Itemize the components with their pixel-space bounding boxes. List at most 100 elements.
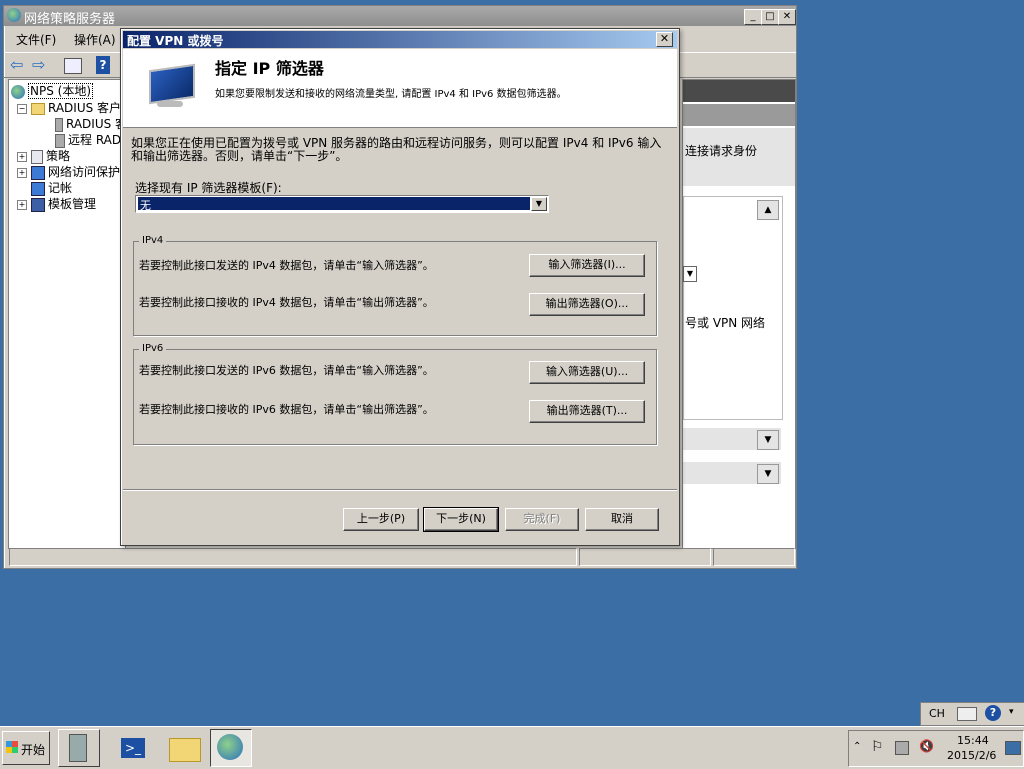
ipv6-recv-desc: 若要控制此接口接收的 IPv6 数据包，请单击“输出筛选器”。 (139, 403, 434, 416)
footer-separator (123, 489, 677, 491)
template-selected-value: 无 (137, 196, 531, 212)
tree-item-accounting[interactable]: 记帐 (31, 179, 72, 196)
tree-item-radius-client-sub[interactable]: RADIUS 客 (55, 115, 125, 132)
nps-globe-icon (217, 734, 243, 760)
details-fragment-text: 连接请求身份 (685, 144, 758, 158)
wizard-header: 指定 IP 筛选器 如果您要限制发送和接收的网络流量类型, 请配置 IPv4 和… (123, 49, 677, 128)
forward-arrow-icon[interactable]: ⇨ (32, 56, 50, 74)
finish-button[interactable]: 完成(F) (505, 508, 579, 531)
configure-vpn-dialog: 配置 VPN 或拨号 ✕ 指定 IP 筛选器 如果您要限制发送和接收的网络流量类… (120, 28, 680, 546)
powershell-icon: >_ (121, 738, 145, 758)
main-title-bar[interactable]: 网络策略服务器 _ □ ✕ (4, 6, 796, 27)
collapse-icon[interactable]: − (17, 103, 27, 114)
back-button[interactable]: 上一步(P) (343, 508, 419, 531)
taskbar-explorer[interactable] (164, 729, 206, 767)
menu-action[interactable]: 操作(A) (74, 31, 116, 48)
start-label: 开始 (21, 743, 46, 757)
expand-icon[interactable]: + (17, 199, 27, 210)
nps-app-icon (7, 8, 21, 22)
keyboard-icon[interactable] (957, 707, 977, 721)
template-label: 选择现有 IP 筛选器模板(F): (135, 181, 282, 195)
tree-item-root[interactable]: NPS (本地) (11, 82, 94, 99)
server-group-icon (55, 133, 65, 148)
status-cell-2 (579, 548, 711, 566)
close-button[interactable]: ✕ (778, 9, 796, 25)
details-pane: 连接请求身份 ▲ ▼ 号或 VPN 网络 ▼ ▼ (682, 79, 796, 549)
dialog-close-button[interactable]: ✕ (656, 32, 673, 47)
server-icon (55, 117, 63, 132)
expand-icon[interactable]: + (17, 151, 27, 162)
accounting-icon (31, 181, 45, 196)
header-title: 指定 IP 筛选器 (215, 59, 324, 78)
cancel-button[interactable]: 取消 (585, 508, 659, 531)
folder-icon (169, 738, 201, 762)
language-indicator[interactable]: CH (929, 707, 945, 720)
dialog-title: 配置 VPN 或拨号 (127, 34, 224, 48)
small-dropdown-arrow[interactable]: ▼ (683, 266, 697, 282)
nap-icon (31, 165, 45, 180)
status-bar (7, 548, 795, 566)
back-arrow-icon[interactable]: ⇦ (10, 56, 28, 74)
ipv4-group-label: IPv4 (139, 235, 167, 246)
policy-icon (31, 149, 43, 164)
volume-muted-icon[interactable]: 🔇 (919, 739, 934, 753)
tree-item-radius-clients[interactable]: − RADIUS 客户端 (17, 99, 125, 115)
maximize-button[interactable]: □ (761, 9, 779, 25)
main-window-title: 网络策略服务器 (24, 12, 116, 27)
details-section-1 (683, 196, 783, 420)
show-hide-tree-icon[interactable] (64, 58, 82, 74)
ipv4-recv-desc: 若要控制此接口接收的 IPv4 数据包，请单击“输出筛选器”。 (139, 296, 434, 309)
system-tray: ⌃ ⚐ 🔇 15:44 2015/2/6 (848, 730, 1024, 767)
details-header-band (683, 80, 795, 102)
language-bar: CH ? ▾ (920, 702, 1024, 726)
tree-item-policies[interactable]: + 策略 (17, 147, 70, 164)
show-hidden-icons[interactable]: ⌃ (853, 741, 861, 752)
folder-icon (31, 102, 45, 115)
globe-icon (11, 84, 25, 99)
network-icon[interactable] (895, 741, 909, 755)
templates-icon (31, 197, 45, 212)
server-manager-icon (69, 734, 87, 762)
tree-item-remote-radius[interactable]: 远程 RADI (55, 131, 125, 148)
clock-time[interactable]: 15:44 (957, 734, 989, 747)
taskbar: 开始 >_ ⌃ ⚐ 🔇 15:44 2015/2/6 (0, 726, 1024, 769)
status-cell-3 (713, 548, 795, 566)
tree-item-nap[interactable]: + 网络访问保护 (17, 163, 120, 180)
tree-item-templates[interactable]: + 模板管理 (17, 195, 96, 212)
next-button[interactable]: 下一步(N) (423, 507, 499, 532)
start-button[interactable]: 开始 (2, 731, 50, 765)
details-fragment-vpn: 号或 VPN 网络 (685, 316, 766, 330)
ipv6-group-label: IPv6 (139, 343, 167, 354)
status-cell-1 (9, 548, 577, 566)
section-expand-button-2[interactable]: ▼ (757, 464, 779, 484)
language-options-icon[interactable]: ▾ (1009, 707, 1014, 717)
chevron-down-icon[interactable]: ▼ (531, 197, 547, 211)
template-dropdown[interactable]: 无 ▼ (135, 195, 549, 213)
taskbar-powershell[interactable]: >_ (112, 729, 154, 767)
header-subtitle: 如果您要限制发送和接收的网络流量类型, 请配置 IPv4 和 IPv6 数据包筛… (215, 89, 567, 100)
clock-date[interactable]: 2015/2/6 (947, 749, 996, 762)
windows-logo-icon (6, 741, 18, 753)
dialog-title-bar[interactable]: 配置 VPN 或拨号 ✕ (123, 31, 677, 48)
section-collapse-button[interactable]: ▲ (757, 200, 779, 220)
ipv6-input-filter-button[interactable]: 输入筛选器(U)... (529, 361, 645, 384)
section-expand-button-1[interactable]: ▼ (757, 430, 779, 450)
console-tree: NPS (本地) − RADIUS 客户端 RADIUS 客 远程 RADI + 策… (8, 79, 126, 549)
show-desktop-icon[interactable] (1005, 741, 1021, 755)
ipv6-output-filter-button[interactable]: 输出筛选器(T)... (529, 400, 645, 423)
details-subheader-band (683, 104, 795, 126)
monitor-icon (143, 63, 195, 107)
help-icon[interactable]: ? (96, 56, 110, 74)
menu-file[interactable]: 文件(F) (16, 31, 56, 48)
ipv4-input-filter-button[interactable]: 输入筛选器(I)... (529, 254, 645, 277)
flag-icon[interactable]: ⚐ (871, 739, 884, 755)
ipv4-output-filter-button[interactable]: 输出筛选器(O)... (529, 293, 645, 316)
ipv4-send-desc: 若要控制此接口发送的 IPv4 数据包，请单击“输入筛选器”。 (139, 259, 434, 272)
expand-icon[interactable]: + (17, 167, 27, 178)
help-circle-icon[interactable]: ? (985, 705, 1001, 721)
taskbar-server-manager[interactable] (58, 729, 100, 767)
intro-text: 如果您正在使用已配置为拨号或 VPN 服务器的路由和远程访问服务，则可以配置 I… (131, 136, 662, 163)
minimize-button[interactable]: _ (744, 9, 762, 25)
taskbar-nps[interactable] (210, 729, 252, 767)
ipv6-send-desc: 若要控制此接口发送的 IPv6 数据包，请单击“输入筛选器”。 (139, 364, 434, 377)
